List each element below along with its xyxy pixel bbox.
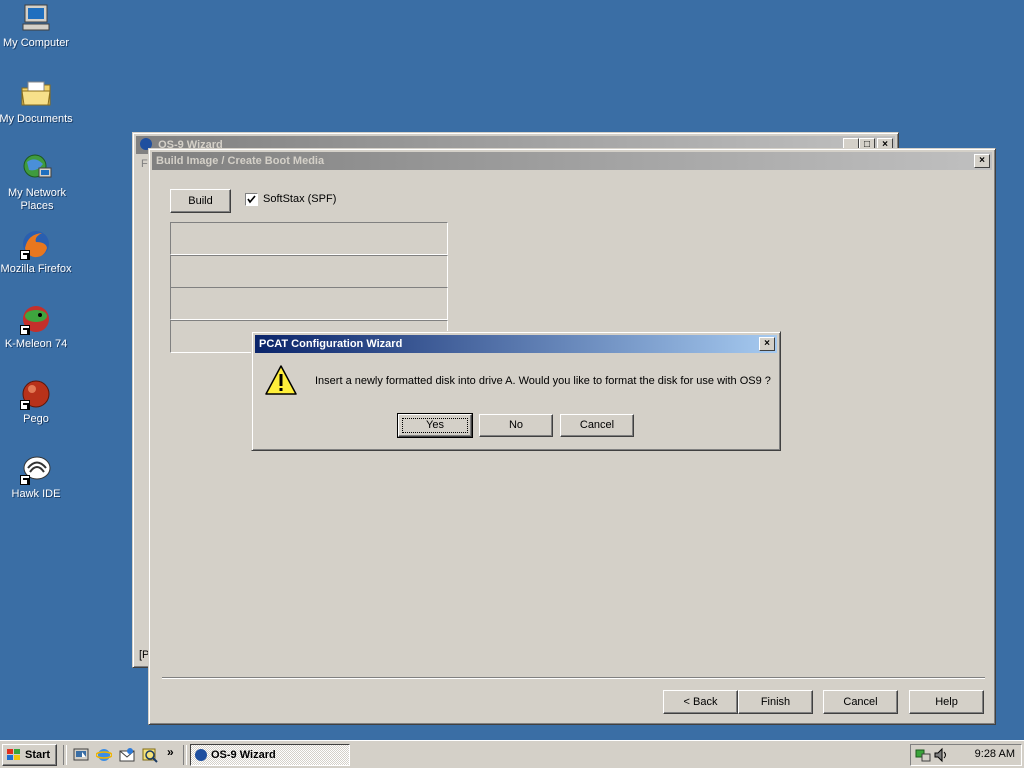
quick-launch-chevron[interactable]: » <box>167 745 174 759</box>
desktop-icon-label: K-Meleon 74 <box>4 338 68 350</box>
desktop-icon-k-meleon[interactable]: K-Meleon 74 <box>0 303 74 351</box>
cancel-button[interactable]: Cancel <box>823 690 898 714</box>
help-button[interactable]: Help <box>909 690 984 714</box>
softstax-checkbox[interactable] <box>245 193 258 206</box>
close-button[interactable]: × <box>759 337 775 351</box>
windows-logo-icon <box>7 749 20 760</box>
footer-divider <box>162 677 985 679</box>
system-tray: 9:28 AM <box>910 744 1022 766</box>
shortcut-arrow-icon <box>20 250 30 260</box>
build-button[interactable]: Build <box>170 189 231 213</box>
start-button[interactable]: Start <box>2 744 57 766</box>
desktop-icon-label: Hawk IDE <box>11 488 61 500</box>
firefox-icon <box>20 228 52 260</box>
checkmark-icon <box>247 195 256 204</box>
task-separator <box>183 745 187 765</box>
yes-button[interactable]: Yes <box>397 413 473 438</box>
pcat-dialog-titlebar[interactable]: PCAT Configuration Wizard × <box>255 335 777 353</box>
progress-slot-2 <box>170 255 448 288</box>
desktop-icon-hawk-ide[interactable]: Hawk IDE <box>0 453 74 501</box>
finish-button[interactable]: Finish <box>738 690 813 714</box>
desktop-icon-label: Mozilla Firefox <box>0 263 72 275</box>
desktop-icon-label: My Documents <box>0 113 73 125</box>
pcat-dialog: PCAT Configuration Wizard × Insert a new… <box>251 331 781 451</box>
network-tray-icon[interactable] <box>915 747 931 763</box>
desktop-icon-my-computer[interactable]: My Computer <box>0 2 74 50</box>
folder-documents-icon <box>20 78 52 110</box>
pego-icon <box>20 378 52 410</box>
hawk-ide-icon <box>20 453 52 485</box>
desktop-icon-firefox[interactable]: Mozilla Firefox <box>0 228 74 276</box>
no-button[interactable]: No <box>479 414 553 437</box>
dialog-title: PCAT Configuration Wizard <box>259 338 403 350</box>
cancel-button[interactable]: Cancel <box>560 414 634 437</box>
taskbar-item-os9-wizard[interactable]: OS-9 Wizard <box>190 744 350 766</box>
desktop-icon-pego[interactable]: Pego <box>0 378 74 426</box>
taskbar: Start » OS-9 Wizard 9:28 AM <box>0 740 1024 768</box>
progress-slot-3 <box>170 287 448 320</box>
outlook-express-icon[interactable] <box>119 747 135 763</box>
dialog-message: Insert a newly formatted disk into drive… <box>315 375 771 387</box>
k-meleon-icon <box>20 303 52 335</box>
focus-ring <box>402 418 468 433</box>
desktop-icon-network-places[interactable]: My Network Places <box>0 152 76 213</box>
menu-hint[interactable]: F <box>141 158 148 170</box>
task-label: OS-9 Wizard <box>211 749 276 761</box>
start-label: Start <box>25 749 51 761</box>
build-image-titlebar[interactable]: Build Image / Create Boot Media × <box>152 152 992 170</box>
volume-tray-icon[interactable] <box>933 747 949 763</box>
desktop-icon-label: My Computer <box>2 37 70 49</box>
back-button[interactable]: < Back <box>663 690 738 714</box>
desktop-icon-label: My Network Places <box>7 187 67 212</box>
quick-launch-separator <box>63 745 67 765</box>
warning-icon <box>264 364 298 396</box>
internet-explorer-icon[interactable] <box>95 747 113 763</box>
desktop-icon-my-documents[interactable]: My Documents <box>0 78 74 126</box>
show-desktop-icon[interactable] <box>73 747 89 763</box>
desktop-icon-label: Pego <box>23 413 49 425</box>
window-title: Build Image / Create Boot Media <box>156 155 325 167</box>
shortcut-arrow-icon <box>20 325 30 335</box>
close-button[interactable]: × <box>974 154 990 168</box>
clock[interactable]: 9:28 AM <box>975 748 1015 760</box>
softstax-label: SoftStax (SPF) <box>263 193 337 205</box>
my-computer-icon <box>20 2 52 34</box>
shortcut-arrow-icon <box>20 475 30 485</box>
network-places-icon <box>21 152 53 184</box>
search-icon[interactable] <box>142 747 158 763</box>
os9-app-icon <box>195 749 207 761</box>
progress-slot-1 <box>170 222 448 255</box>
shortcut-arrow-icon <box>20 400 30 410</box>
